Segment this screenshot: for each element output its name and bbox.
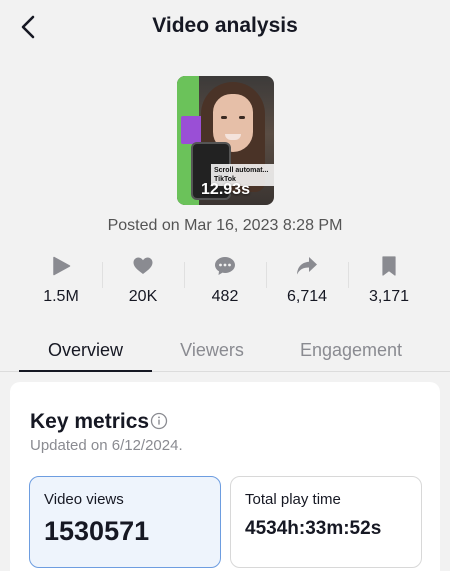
metric-value: 4534h:33m:52s: [245, 518, 382, 539]
stat-value: 3,171: [368, 288, 410, 305]
stat-value: 6,714: [286, 288, 328, 305]
play-icon: [50, 255, 72, 277]
tab-overview[interactable]: Overview: [19, 328, 152, 372]
metric-value: 1530571: [44, 516, 150, 546]
bookmark-icon: [378, 255, 400, 277]
active-tab-indicator: [19, 370, 152, 372]
thumbnail-eye: [239, 116, 245, 119]
stat-saves[interactable]: 3,171: [348, 252, 430, 312]
updated-date: Updated on 6/12/2024.: [30, 437, 183, 454]
tab-viewers[interactable]: Viewers: [152, 328, 272, 372]
metric-label: Video views: [44, 491, 124, 508]
key-metrics-title: Key metrics: [30, 410, 150, 433]
comment-icon: [214, 255, 236, 277]
video-duration: 12.93s: [201, 181, 250, 198]
info-icon[interactable]: [150, 412, 168, 430]
stat-views[interactable]: 1.5M: [20, 252, 102, 312]
thumbnail-eye: [221, 116, 227, 119]
tab-bar: Overview Viewers Engagement: [0, 328, 450, 372]
stat-comments[interactable]: 482: [184, 252, 266, 312]
metric-video-views[interactable]: Video views 1530571: [29, 476, 221, 568]
tab-engagement[interactable]: Engagement: [282, 328, 420, 372]
stat-value: 1.5M: [43, 288, 79, 305]
thumbnail-monitor: [181, 116, 203, 144]
stats-row: 1.5M 20K 482 6,714 3,171: [20, 252, 430, 312]
metric-total-play-time[interactable]: Total play time 4534h:33m:52s: [230, 476, 422, 568]
header: Video analysis: [0, 0, 450, 54]
stat-likes[interactable]: 20K: [102, 252, 184, 312]
metric-label: Total play time: [245, 491, 341, 508]
heart-icon: [132, 255, 154, 277]
stat-value: 20K: [128, 288, 158, 305]
share-icon: [296, 255, 318, 277]
key-metrics-card: Key metrics Updated on 6/12/2024. Video …: [10, 382, 440, 571]
stat-value: 482: [211, 288, 239, 305]
video-analysis-screen: Video analysis Scroll automat... TikTok …: [0, 0, 450, 571]
video-thumbnail[interactable]: Scroll automat... TikTok 12.93s: [177, 76, 274, 205]
page-title: Video analysis: [152, 14, 298, 37]
posted-date: Posted on Mar 16, 2023 8:28 PM: [107, 217, 343, 234]
stat-shares[interactable]: 6,714: [266, 252, 348, 312]
